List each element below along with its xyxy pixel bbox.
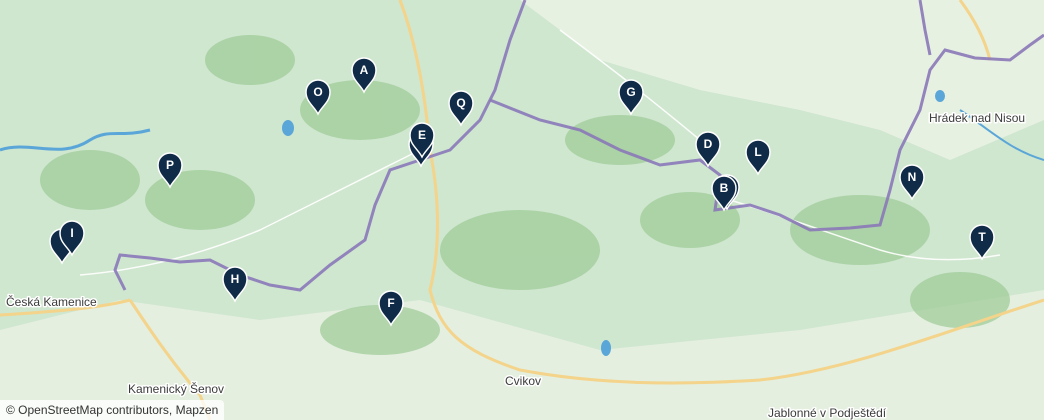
marker-label: A — [360, 63, 369, 77]
marker-label: D — [704, 137, 713, 151]
marker-label: Q — [456, 96, 465, 110]
marker-label: G — [626, 85, 635, 99]
place-label-hradek-nad-nisou: Hrádek nad Nisou — [929, 111, 1025, 125]
marker-label: B — [720, 181, 729, 195]
marker-label: O — [313, 85, 322, 99]
marker-label: F — [387, 296, 394, 310]
place-label-ceska-kamenice: Česká Kamenice — [6, 294, 97, 309]
place-label-kamenicky-senov: Kamenický Šenov — [128, 381, 224, 396]
marker-label: L — [754, 145, 761, 159]
map-attribution[interactable]: © OpenStreetMap contributors, Mapzen — [0, 400, 225, 420]
marker-label: H — [231, 272, 240, 286]
map-canvas[interactable]: Česká Kamenice Hrádek nad Nisou Kamenick… — [0, 0, 1044, 420]
place-label-jablonne: Jablonné v Podještědí — [768, 406, 887, 420]
lake — [935, 90, 945, 102]
lake — [601, 340, 611, 356]
lake — [282, 120, 294, 136]
marker-label: T — [978, 230, 986, 244]
marker-label: N — [908, 170, 917, 184]
marker-label: I — [70, 226, 73, 240]
marker-label: P — [166, 158, 174, 172]
marker-label: E — [418, 128, 426, 142]
place-label-cvikov: Cvikov — [505, 374, 541, 388]
